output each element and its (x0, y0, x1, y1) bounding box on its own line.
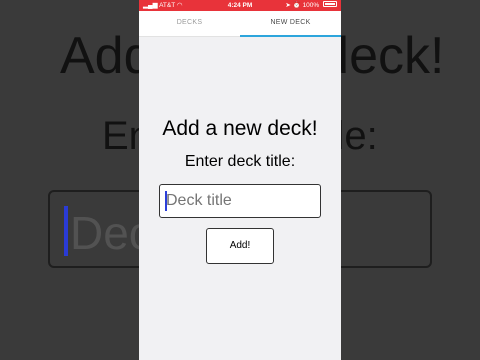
text-caret (165, 191, 167, 211)
page-title: Add a new deck! (162, 117, 318, 140)
tab-decks[interactable]: DECKS (139, 11, 240, 37)
location-icon: ➤ (285, 2, 291, 9)
alarm-icon: ⏰ (292, 2, 301, 9)
background-caret (64, 206, 68, 256)
battery-icon (323, 1, 337, 8)
tab-bar: DECKS NEW DECK (139, 11, 341, 37)
status-right: ➤ ⏰ 100% (285, 0, 337, 11)
deck-title-input[interactable] (159, 184, 321, 218)
tab-new-deck[interactable]: NEW DECK (240, 11, 341, 37)
phone-screen: ▂▄▆ AT&T ◠ 4:24 PM ➤ ⏰ 100% DECKS NEW DE… (139, 0, 341, 360)
add-deck-button[interactable]: Add! (206, 228, 274, 264)
new-deck-form: Add a new deck! Enter deck title: Add! (139, 37, 341, 360)
status-bar: ▂▄▆ AT&T ◠ 4:24 PM ➤ ⏰ 100% (139, 0, 341, 11)
form-label: Enter deck title: (184, 153, 296, 170)
battery-percent: 100% (302, 2, 320, 9)
